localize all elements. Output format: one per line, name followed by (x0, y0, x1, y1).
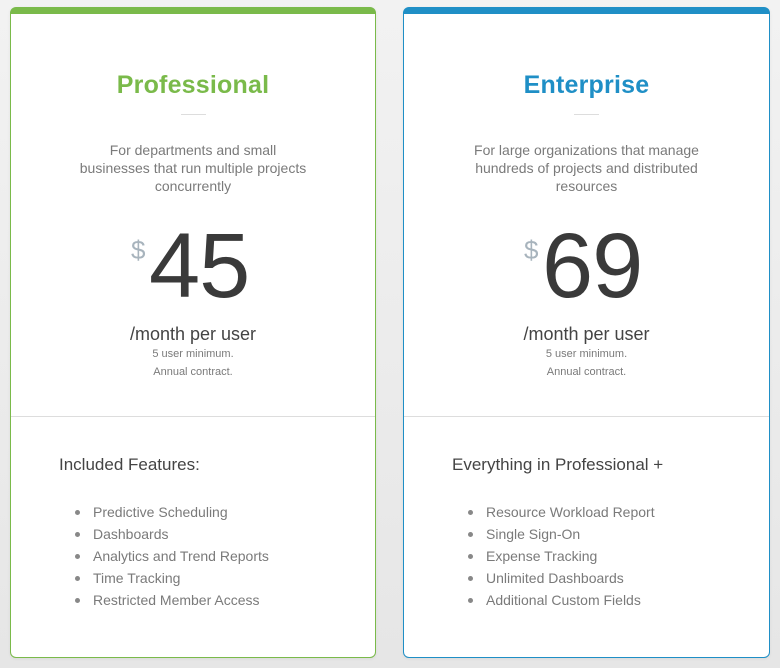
features-section: Included Features: Predictive Scheduling… (11, 417, 375, 611)
features-heading: Everything in Professional + (452, 455, 664, 474)
currency-symbol: $ (131, 235, 146, 265)
plan-description: For departments and small businesses tha… (79, 142, 307, 194)
minimum-note: 5 user minimum. (545, 348, 628, 360)
minimum-note: 5 user minimum. (152, 348, 234, 360)
feature-item: Unlimited Dashboards (468, 567, 769, 589)
plan-title: Enterprise (523, 71, 650, 99)
contract-note: Annual contract. (153, 366, 233, 378)
price-period: /month per user (129, 324, 257, 344)
title-divider (180, 114, 206, 115)
plan-price: $ 45 (11, 215, 375, 317)
feature-item: Restricted Member Access (75, 589, 375, 611)
price-amount: 45 (149, 215, 250, 317)
plan-header: Enterprise For large organizations that … (404, 14, 769, 416)
title-divider (574, 114, 599, 115)
professional-plan-card: Professional For departments and small b… (10, 7, 376, 658)
features-list: Predictive Scheduling Dashboards Analyti… (59, 501, 375, 611)
plan-price: $ 69 (404, 215, 769, 317)
plan-title: Professional (116, 71, 270, 99)
plan-header: Professional For departments and small b… (11, 14, 375, 416)
contract-note: Annual contract. (546, 366, 627, 378)
feature-item: Resource Workload Report (468, 501, 769, 523)
price-period: /month per user (523, 324, 650, 344)
feature-item: Expense Tracking (468, 545, 769, 567)
plan-description: For large organizations that manage hund… (474, 142, 699, 194)
feature-item: Dashboards (75, 523, 375, 545)
feature-item: Additional Custom Fields (468, 589, 769, 611)
feature-item: Predictive Scheduling (75, 501, 375, 523)
features-section: Everything in Professional + Resource Wo… (404, 417, 769, 611)
feature-item: Time Tracking (75, 567, 375, 589)
price-amount: 69 (542, 215, 643, 317)
currency-symbol: $ (524, 235, 539, 265)
feature-item: Analytics and Trend Reports (75, 545, 375, 567)
enterprise-plan-card: Enterprise For large organizations that … (403, 7, 770, 658)
features-heading: Included Features: (59, 455, 200, 474)
feature-item: Single Sign-On (468, 523, 769, 545)
features-list: Resource Workload Report Single Sign-On … (452, 501, 769, 611)
